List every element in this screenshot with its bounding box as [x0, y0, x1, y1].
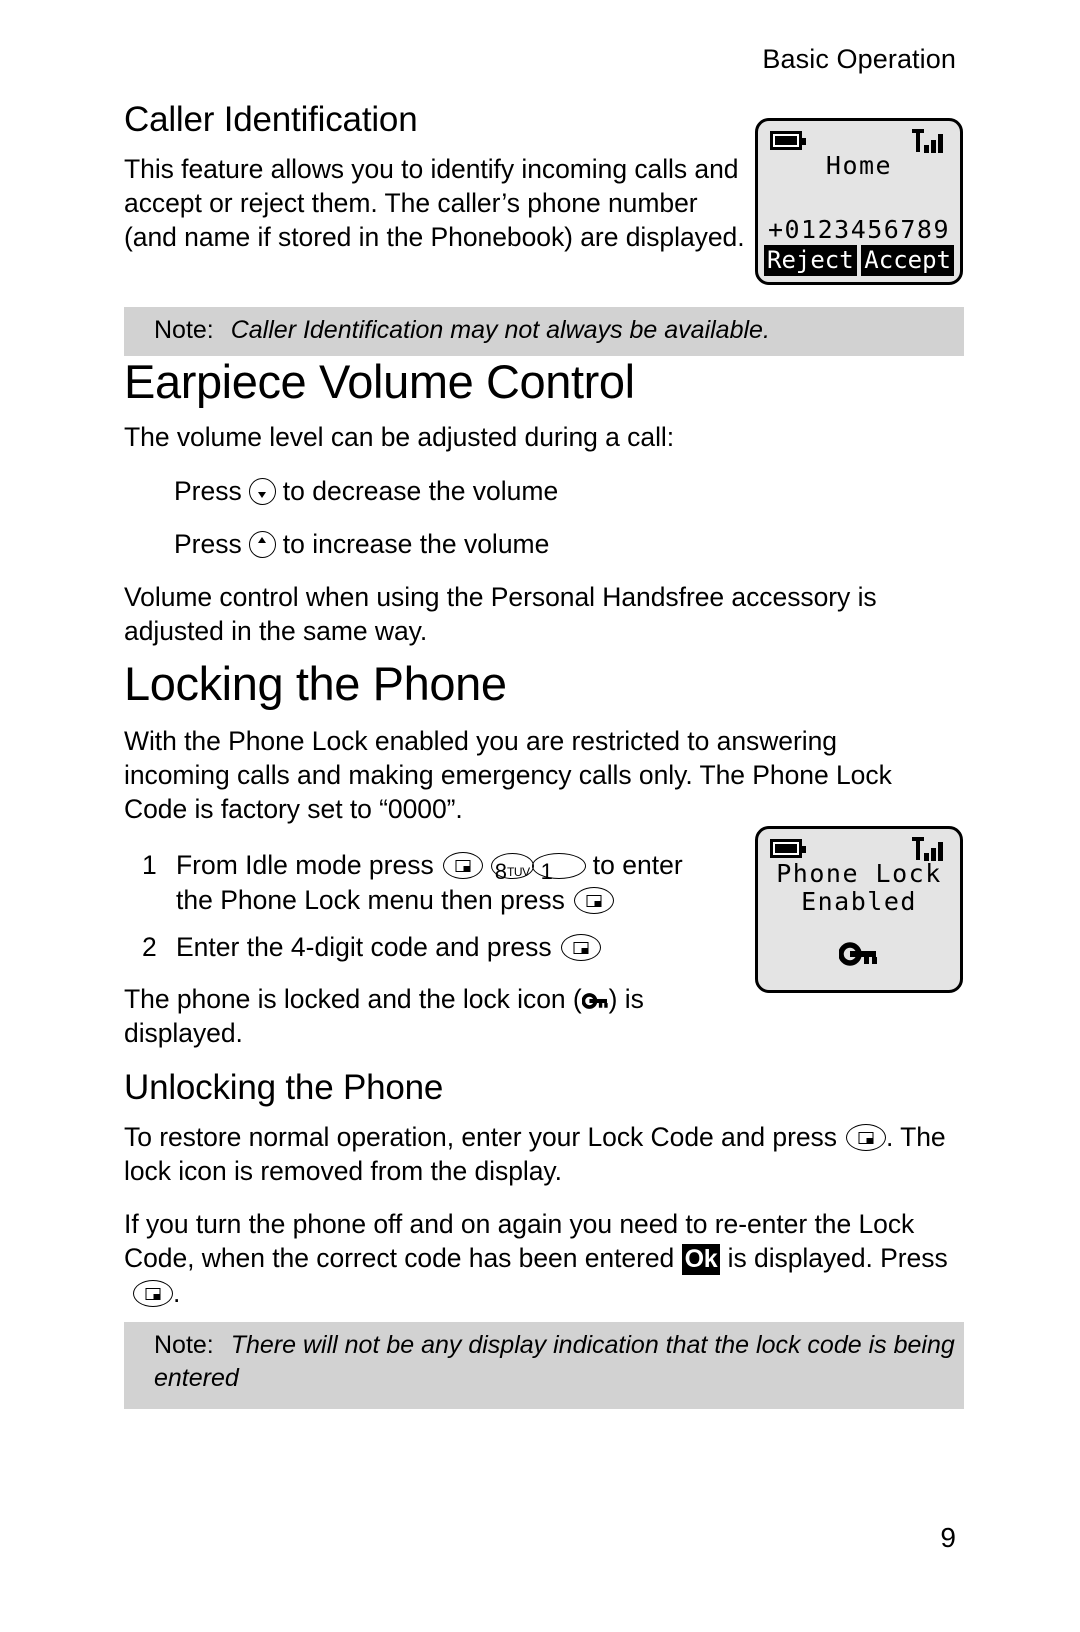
press-suffix-increase: to increase the volume: [282, 529, 550, 559]
instruction-volume-decrease: Press to decrease the volume: [124, 474, 964, 508]
heading-caller-identification: Caller Identification: [124, 100, 418, 139]
select-softkey-icon-2[interactable]: [573, 887, 614, 914]
press-label-increase: Press: [174, 529, 242, 559]
select-softkey-icon-3[interactable]: [560, 934, 601, 961]
lcd-softkey-reject[interactable]: Reject: [764, 245, 857, 276]
heading-earpiece-volume-control: Earpiece Volume Control: [124, 355, 635, 408]
step-1-text-a: From Idle mode press: [176, 850, 434, 880]
step-2: 2 Enter the 4-digit code and press: [124, 930, 764, 965]
paragraph-handsfree-volume: Volume control when using the Personal H…: [124, 582, 877, 646]
select-softkey-icon-4[interactable]: [845, 1124, 886, 1151]
heading-unlocking-the-phone: Unlocking the Phone: [124, 1068, 444, 1107]
step-2-text: Enter the 4-digit code and press: [176, 932, 552, 962]
select-softkey-icon-5[interactable]: [133, 1280, 173, 1307]
unlocking2-text-c: .: [173, 1278, 181, 1308]
page-number: 9: [940, 1522, 956, 1553]
paragraph-earpiece-intro: The volume level can be adjusted during …: [124, 422, 675, 452]
inline-ok-chip: Ok: [681, 1244, 721, 1275]
keypad-key-8-digit: 8: [494, 859, 507, 884]
manual-page: Basic Operation Caller Identification Th…: [0, 0, 1080, 1632]
select-softkey-icon[interactable]: [442, 852, 483, 879]
lcd-caller-name: Home: [825, 151, 893, 180]
press-label-decrease: Press: [174, 476, 242, 506]
lcd-incoming-call: Home +0123456789 Reject Accept: [755, 118, 963, 285]
note-text: Caller Identification may not always be …: [230, 316, 770, 344]
unlocking2-text-b: is displayed. Press: [727, 1243, 948, 1273]
heading-locking-the-phone: Locking the Phone: [124, 657, 507, 710]
lcd-status-bar-2: [758, 837, 960, 861]
keypad-key-1-digit: 1: [540, 859, 553, 884]
keypad-key-1[interactable]: 1: [531, 853, 586, 884]
lcd-softkey-accept[interactable]: Accept: [861, 245, 954, 276]
keypad-key-8-letters: TUV: [506, 865, 530, 879]
signal-strength-icon: [912, 129, 948, 153]
key-lock-icon: [838, 941, 879, 972]
paragraph-caller-identification-body: This feature allows you to identify inco…: [124, 154, 745, 252]
press-suffix-decrease: to decrease the volume: [282, 476, 559, 506]
note-unlocking: Note: There will not be any display indi…: [124, 1322, 964, 1409]
signal-strength-icon: [912, 837, 948, 861]
paragraph-lock-result: The phone is locked and the lock icon ( …: [124, 982, 744, 1050]
key-lock-icon-inline: [581, 985, 609, 1009]
step-1: 1 From Idle mode press 8TUV 1 to enter the …: [124, 848, 724, 918]
lock-result-text-a: The phone is locked and the lock icon (: [124, 984, 582, 1014]
lcd-phone-lock-enabled: Phone Lock Enabled: [755, 826, 963, 993]
note-label-2: Note:: [154, 1331, 214, 1359]
battery-full-icon: [770, 131, 806, 150]
note-text-2: There will not be any display indication…: [154, 1331, 955, 1392]
lcd-caller-number: +0123456789: [767, 215, 951, 244]
lcd-phone-lock-line2: Enabled: [801, 887, 917, 916]
note-caller-identification: Note: Caller Identification may not alwa…: [124, 307, 964, 356]
instruction-volume-increase: Press to increase the volume: [124, 527, 964, 561]
paragraph-unlocking-1: To restore normal operation, enter your …: [124, 1120, 969, 1188]
volume-down-key[interactable]: [248, 478, 276, 505]
paragraph-unlocking-2: If you turn the phone off and on again y…: [124, 1207, 964, 1310]
step-2-number: 2: [142, 932, 157, 962]
unlocking-text-a: To restore normal operation, enter your …: [124, 1122, 837, 1152]
paragraph-locking-body: With the Phone Lock enabled you are rest…: [124, 726, 892, 824]
volume-up-key[interactable]: [248, 531, 276, 558]
lcd-status-bar: [758, 129, 960, 153]
battery-full-icon: [770, 839, 806, 858]
note-label: Note:: [154, 316, 214, 344]
keypad-key-8[interactable]: 8TUV: [490, 853, 534, 884]
running-header: Basic Operation: [762, 44, 956, 74]
step-1-number: 1: [142, 850, 157, 880]
lcd-phone-lock-line1: Phone Lock: [776, 859, 942, 888]
